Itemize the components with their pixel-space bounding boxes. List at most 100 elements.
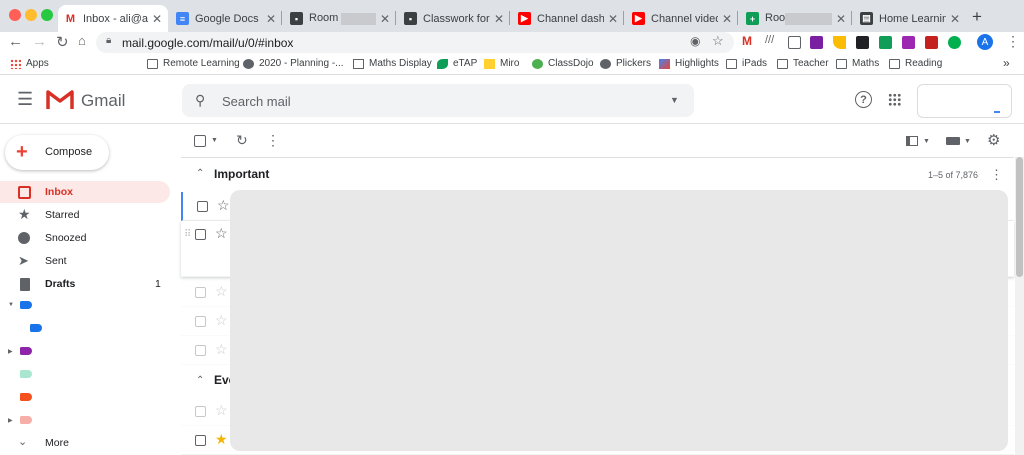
gmail-extension-icon[interactable]: M — [742, 34, 755, 48]
bookmark-apps[interactable]: Apps — [10, 58, 49, 69]
close-window-button[interactable] — [9, 9, 21, 21]
zoom-window-button[interactable] — [41, 9, 53, 21]
collapse-section-icon[interactable]: ⌃ — [196, 375, 204, 386]
sidebar-item-sent[interactable]: ➤ Sent — [0, 250, 170, 272]
star-filled-icon[interactable]: ★ — [215, 431, 228, 448]
sidebar-item-starred[interactable]: ★ Starred — [0, 204, 170, 226]
select-all-checkbox[interactable] — [194, 135, 206, 147]
profile-avatar[interactable]: A — [977, 34, 993, 50]
search-icon[interactable]: ⚲ — [195, 92, 205, 109]
sidebar-item-snoozed[interactable]: Snoozed — [0, 227, 170, 249]
scrollbar-thumb[interactable] — [1016, 157, 1023, 277]
bookmark-highlights[interactable]: Highlights — [659, 58, 719, 69]
row-checkbox[interactable] — [195, 435, 206, 446]
sidebar-label-5[interactable] — [20, 393, 32, 401]
chevron-down-icon[interactable]: ▼ — [8, 302, 14, 308]
star-icon[interactable]: ☆ — [217, 197, 230, 214]
search-bar[interactable]: ⚲ Search mail ▼ — [182, 84, 694, 117]
gmail-logo-icon[interactable] — [46, 89, 74, 110]
classroom-extension-icon[interactable] — [879, 36, 892, 49]
close-icon[interactable]: ✕ — [380, 12, 390, 26]
row-checkbox[interactable] — [195, 316, 206, 327]
sidebar-more[interactable]: ⌄ More — [0, 432, 170, 454]
bookmark-reading[interactable]: Reading — [889, 58, 942, 69]
sidebar-label-6[interactable] — [20, 416, 32, 424]
search-options-icon[interactable]: ▼ — [670, 95, 679, 105]
split-pane-icon[interactable] — [906, 136, 918, 146]
home-icon[interactable]: ⌂ — [78, 33, 86, 48]
close-icon[interactable]: ✕ — [152, 12, 162, 26]
reload-icon[interactable]: ↻ — [56, 33, 69, 51]
help-icon[interactable]: ? — [855, 91, 872, 108]
grid-extension-icon[interactable] — [788, 36, 801, 49]
tab-channel-videos[interactable]: ▶ Channel videos - ✕ — [626, 5, 738, 32]
keyboard-icon[interactable] — [946, 137, 960, 145]
extension-icon[interactable]: /// — [765, 34, 778, 47]
forward-arrow-icon[interactable]: → — [32, 33, 47, 50]
chat-extension-icon[interactable] — [948, 36, 961, 49]
drag-handle-icon[interactable]: ⠿ — [184, 229, 191, 240]
sidebar-item-drafts[interactable]: Drafts 1 — [0, 273, 170, 295]
bookmarks-overflow-button[interactable]: » — [1003, 56, 1010, 70]
row-checkbox[interactable] — [195, 345, 206, 356]
bookmark-miro[interactable]: Miro — [484, 58, 519, 69]
tab-home-learning[interactable]: ▤ Home Learning T ✕ — [854, 5, 966, 32]
star-icon[interactable]: ☆ — [215, 312, 228, 329]
split-pane-dropdown-icon[interactable]: ▼ — [923, 138, 930, 145]
puzzle-extension-icon[interactable] — [902, 36, 915, 49]
star-icon[interactable]: ☆ — [215, 402, 228, 419]
chevron-right-icon[interactable]: ▶ — [8, 417, 13, 424]
close-icon[interactable]: ✕ — [494, 12, 504, 26]
scrollbar-track[interactable] — [1015, 157, 1024, 455]
close-icon[interactable]: ✕ — [836, 12, 846, 26]
close-icon[interactable]: ✕ — [950, 12, 960, 26]
main-menu-icon[interactable]: ☰ — [17, 89, 33, 110]
new-tab-button[interactable]: + — [972, 7, 982, 27]
drive-extension-icon[interactable] — [833, 36, 846, 49]
bookmark-plickers[interactable]: Plickers — [600, 58, 651, 69]
tab-room-sheet[interactable]: + Roo ✕ — [740, 5, 852, 32]
bookmark-planning[interactable]: 2020 - Planning -... — [243, 58, 344, 69]
section-options-icon[interactable]: ⋮ — [990, 167, 1003, 183]
close-icon[interactable]: ✕ — [608, 12, 618, 26]
bookmark-etap[interactable]: eTAP — [437, 58, 477, 69]
bookmark-remote-learning[interactable]: Remote Learning — [147, 58, 240, 69]
more-options-icon[interactable]: ⋮ — [266, 132, 280, 149]
star-icon[interactable]: ☆ — [215, 283, 228, 300]
screen-extension-icon[interactable] — [856, 36, 869, 49]
bookmark-maths-display[interactable]: Maths Display — [353, 58, 432, 69]
section-title-important[interactable]: Important — [214, 167, 269, 181]
tab-room[interactable]: ▪ Room ✕ — [284, 5, 396, 32]
eye-icon[interactable]: ◉ — [690, 34, 700, 48]
sidebar-label-2[interactable] — [30, 324, 42, 332]
bookmark-star-icon[interactable]: ☆ — [712, 33, 724, 49]
back-arrow-icon[interactable]: ← — [8, 33, 23, 50]
close-icon[interactable]: ✕ — [722, 12, 732, 26]
select-dropdown-icon[interactable]: ▼ — [211, 137, 218, 144]
collapse-section-icon[interactable]: ⌃ — [196, 168, 204, 179]
bookmark-teacher[interactable]: Teacher — [777, 58, 829, 69]
settings-gear-icon[interactable]: ⚙ — [987, 131, 1000, 149]
address-bar[interactable]: 🔒︎ mail.google.com/mail/u/0/#inbox ◉ ☆ — [96, 32, 734, 53]
row-checkbox[interactable] — [195, 287, 206, 298]
row-checkbox[interactable] — [195, 229, 206, 240]
minimize-window-button[interactable] — [25, 9, 37, 21]
refresh-icon[interactable]: ↻ — [236, 132, 248, 149]
row-checkbox[interactable] — [197, 201, 208, 212]
sidebar-label-1[interactable] — [20, 301, 32, 309]
keyboard-dropdown-icon[interactable]: ▼ — [964, 138, 971, 145]
search-input[interactable]: Search mail — [222, 94, 291, 109]
chevron-right-icon[interactable]: ▶ — [8, 348, 13, 355]
star-icon[interactable]: ☆ — [215, 341, 228, 358]
tab-inbox[interactable]: M Inbox - ali@araku ✕ — [58, 5, 168, 32]
apps-grid-icon[interactable] — [888, 93, 901, 106]
bookmark-maths[interactable]: Maths — [836, 58, 879, 69]
row-checkbox[interactable] — [195, 406, 206, 417]
tab-channel-dashboard[interactable]: ▶ Channel dashboa ✕ — [512, 5, 624, 32]
bookmark-ipads[interactable]: iPads — [726, 58, 767, 69]
bookmark-classdojo[interactable]: ClassDojo — [532, 58, 594, 69]
account-switcher[interactable] — [917, 84, 1012, 118]
tab-classwork[interactable]: ▪ Classwork for Ro ✕ — [398, 5, 510, 32]
onenote-extension-icon[interactable] — [810, 36, 823, 49]
tab-google-docs[interactable]: ≡ Google Docs ✕ — [170, 5, 282, 32]
